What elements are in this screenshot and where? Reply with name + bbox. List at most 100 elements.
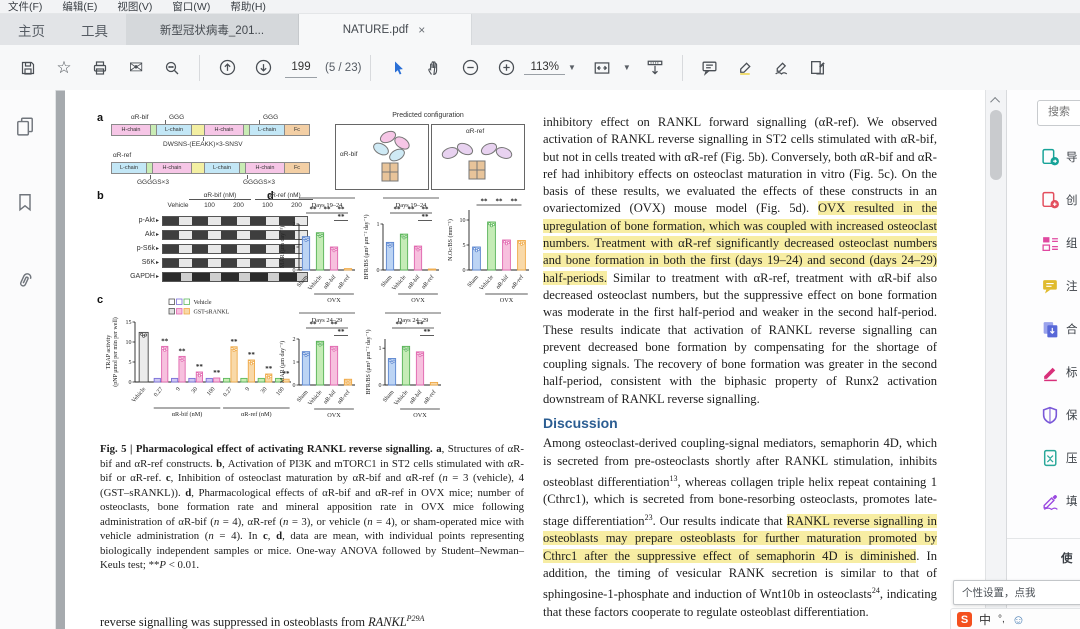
svg-text:15: 15: [126, 320, 132, 326]
pages-panel-button[interactable]: [15, 116, 35, 141]
svg-text:Vehicle: Vehicle: [391, 274, 407, 292]
svg-text:MAR (μm day⁻¹): MAR (μm day⁻¹): [279, 341, 286, 383]
lane-label: Vehicle: [161, 202, 195, 209]
signature-tool-button[interactable]: [764, 51, 800, 85]
email-button[interactable]: ✉: [118, 51, 154, 85]
tab-tools[interactable]: 工具: [63, 14, 126, 45]
doc-tab-coronavirus[interactable]: 新型冠状病毒_201...: [126, 14, 299, 45]
attachments-panel-button[interactable]: [15, 270, 35, 295]
pdf-page[interactable]: a b c d αR-bifGGGGGGH-chainL-chainH-chai…: [65, 90, 985, 629]
svg-text:αR-ref: αR-ref: [420, 274, 436, 291]
tool-item-fill-sign[interactable]: 填: [1041, 490, 1080, 512]
vertical-scrollbar[interactable]: [985, 90, 1007, 629]
zoom-level-value[interactable]: 113%: [524, 60, 565, 75]
toolbar: ☆ ✉ (5 / 23) 113% ▼ ▼: [0, 45, 1080, 91]
svg-text:0: 0: [379, 383, 382, 389]
attachment-icon: [15, 270, 35, 290]
tool-item-export-pdf[interactable]: 导: [1041, 146, 1080, 168]
tool-item-label: 压: [1066, 450, 1078, 466]
highlight-tool-button[interactable]: [728, 51, 764, 85]
tool-item-organize-pages[interactable]: 组: [1041, 232, 1080, 254]
construct-segment-H-chain: H-chain: [152, 162, 192, 174]
tool-item-comment[interactable]: 注: [1041, 275, 1080, 297]
menu-item[interactable]: 文件(F): [8, 0, 42, 14]
search-input[interactable]: [1046, 105, 1080, 119]
chevron-down-icon[interactable]: ▼: [568, 63, 576, 72]
svg-text:0: 0: [293, 268, 296, 274]
save-button[interactable]: [10, 51, 46, 85]
edit-pages-button[interactable]: [800, 51, 836, 85]
chart-svg-fig5d-bfr-2: Days 24–2901BFR/BS (μm³ μm⁻² day⁻¹)ShamV…: [363, 309, 445, 427]
tool-item-label: 填: [1066, 493, 1078, 509]
menu-item[interactable]: 窗口(W): [172, 0, 210, 14]
tool-item-label: 标: [1066, 364, 1078, 380]
printer-icon: [92, 60, 108, 76]
svg-text:**: **: [310, 321, 318, 329]
svg-text:αR-bif: αR-bif: [408, 389, 424, 406]
tool-item-create-pdf[interactable]: 创: [1041, 189, 1080, 211]
construct-segment-H-chain: H-chain: [245, 162, 285, 174]
scrollbar-thumb[interactable]: [990, 110, 1002, 180]
svg-text:OVX: OVX: [327, 297, 341, 304]
tools-search-box[interactable]: [1037, 100, 1080, 126]
menu-item[interactable]: 视图(V): [117, 0, 152, 14]
fit-page-button[interactable]: [637, 51, 673, 85]
ime-punctuation-toggle[interactable]: °,: [998, 614, 1005, 625]
svg-text:**: **: [511, 198, 519, 206]
bookmarks-panel-button[interactable]: [15, 192, 35, 217]
marker-pen-icon: [1041, 363, 1060, 382]
ime-emoji-button[interactable]: ☺: [1012, 612, 1025, 627]
text-segment: Fig. 5 | Pharmacological effect of activ…: [100, 443, 436, 455]
pages-icon: [15, 116, 35, 136]
next-page-button[interactable]: [245, 51, 281, 85]
search-icon: [164, 60, 180, 76]
chevron-down-icon[interactable]: ▼: [623, 63, 631, 72]
figure-caption: Fig. 5 | Pharmacological effect of activ…: [100, 442, 524, 573]
connector-line: [247, 175, 248, 179]
predicted-bif-label: αR-bif: [340, 151, 357, 158]
favorite-button[interactable]: ☆: [46, 51, 82, 85]
fit-width-button[interactable]: [584, 51, 620, 85]
construct-segment-L-chain: L-chain: [111, 162, 147, 174]
svg-text:30: 30: [191, 386, 199, 394]
construct-name-bif: αR-bif: [131, 114, 148, 121]
svg-text:**: **: [265, 365, 273, 373]
comment-tool-button[interactable]: [692, 51, 728, 85]
print-button[interactable]: [82, 51, 118, 85]
sogou-logo-icon[interactable]: S: [957, 612, 972, 627]
hand-tool-button[interactable]: [416, 51, 452, 85]
quick-search-button[interactable]: [154, 51, 190, 85]
svg-text:1: 1: [379, 346, 382, 352]
svg-text:9: 9: [175, 386, 182, 392]
tool-item-protect[interactable]: 保: [1041, 404, 1080, 426]
predicted-ref-label: αR-ref: [466, 128, 484, 135]
tool-item-compress-pdf[interactable]: 压: [1041, 447, 1080, 469]
svg-text:αR-bif (nM): αR-bif (nM): [172, 411, 203, 418]
scroll-up-button[interactable]: [989, 94, 1003, 106]
construct-segment-yellow: [191, 162, 205, 174]
text-segment: reverse signalling was suppressed in ost…: [100, 615, 368, 629]
tool-item-marker-pen[interactable]: 标: [1041, 361, 1080, 383]
svg-text:αR-ref: αR-ref: [336, 274, 352, 291]
linker-label-gggg: GGGGS×3: [243, 179, 275, 186]
ime-language-toggle[interactable]: 中: [979, 611, 991, 628]
previous-page-button[interactable]: [209, 51, 245, 85]
doc-tab-nature[interactable]: NATURE.pdf ×: [299, 14, 472, 45]
tool-item-label: 组: [1066, 235, 1078, 251]
zoom-in-button[interactable]: [488, 51, 524, 85]
menu-item[interactable]: 帮助(H): [230, 0, 266, 14]
page-number-input[interactable]: [285, 58, 317, 78]
tab-home[interactable]: 主页: [0, 14, 63, 45]
left-sidebar: [0, 90, 56, 629]
close-icon[interactable]: ×: [416, 23, 427, 37]
discussion-heading: Discussion: [543, 415, 937, 432]
zoom-out-button[interactable]: [452, 51, 488, 85]
select-tool-button[interactable]: [380, 51, 416, 85]
ime-status-bar[interactable]: S 中 °, ☺: [950, 608, 1080, 629]
text-segment: 23: [645, 513, 653, 522]
text-segment: Similar to treatment with αR-ref, treatm…: [543, 271, 937, 406]
svg-text:GST-sRANKL: GST-sRANKL: [194, 310, 230, 316]
svg-text:**: **: [248, 351, 256, 359]
menu-item[interactable]: 编辑(E): [62, 0, 97, 14]
tool-item-combine-files[interactable]: 合: [1041, 318, 1080, 340]
